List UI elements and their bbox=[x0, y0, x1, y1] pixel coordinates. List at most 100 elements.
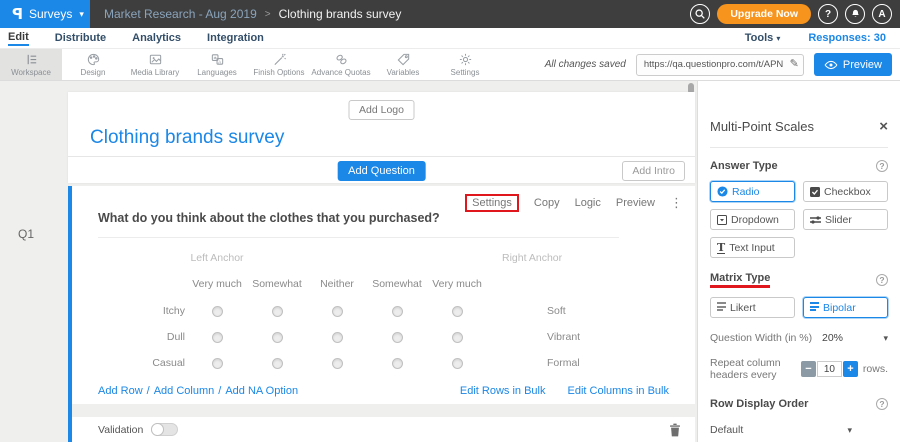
answer-type-slider[interactable]: Slider bbox=[803, 209, 888, 230]
row-right-label[interactable]: Formal bbox=[487, 350, 627, 376]
radio-button[interactable] bbox=[392, 332, 403, 343]
answer-type-radio[interactable]: Radio bbox=[710, 181, 795, 202]
tab-edit[interactable]: Edit bbox=[8, 31, 29, 46]
row-left-label[interactable]: Dull bbox=[92, 324, 187, 350]
question-width-value[interactable]: 20% bbox=[822, 332, 843, 344]
row-left-label[interactable]: Casual bbox=[92, 350, 187, 376]
matrix-type-likert[interactable]: Likert bbox=[710, 297, 795, 318]
add-row-link[interactable]: Add Row bbox=[98, 385, 143, 397]
account-avatar[interactable]: A bbox=[872, 4, 892, 24]
radio-button[interactable] bbox=[272, 358, 283, 369]
toolbar-item-variables[interactable]: Variables bbox=[372, 49, 434, 80]
toolbar-label: Media Library bbox=[131, 68, 179, 77]
help-button[interactable]: ? bbox=[818, 4, 838, 24]
tab-analytics[interactable]: Analytics bbox=[132, 32, 181, 44]
bipolar-bars-icon bbox=[810, 302, 819, 313]
repeat-headers-label: Repeat column headers every bbox=[710, 357, 795, 381]
radio-button[interactable] bbox=[212, 332, 223, 343]
column-header[interactable]: Very much bbox=[187, 270, 247, 298]
question-logic-link[interactable]: Logic bbox=[575, 197, 601, 209]
toolbar-item-settings[interactable]: Settings bbox=[434, 49, 496, 80]
search-button[interactable] bbox=[690, 4, 710, 24]
avatar-initial: A bbox=[878, 9, 885, 20]
chevron-down-icon[interactable]: ▾ bbox=[883, 333, 888, 344]
help-icon[interactable]: ? bbox=[876, 274, 888, 286]
radio-button[interactable] bbox=[332, 332, 343, 343]
matrix-spacer bbox=[92, 246, 187, 270]
edit-url-pencil-icon[interactable]: ✎ bbox=[790, 57, 799, 70]
responses-link[interactable]: Responses: 30 bbox=[808, 32, 886, 44]
question-settings-link[interactable]: Settings bbox=[465, 194, 519, 212]
column-header[interactable]: Neither bbox=[307, 270, 367, 298]
svg-text:A: A bbox=[218, 59, 222, 64]
column-header[interactable]: Somewhat bbox=[247, 270, 307, 298]
product-name: Surveys bbox=[29, 7, 72, 21]
tab-integration[interactable]: Integration bbox=[207, 32, 264, 44]
delete-question-button[interactable] bbox=[669, 423, 681, 437]
validation-toggle[interactable] bbox=[151, 423, 178, 436]
help-icon[interactable]: ? bbox=[876, 398, 888, 410]
row-display-select[interactable]: Default ▾ bbox=[710, 424, 852, 436]
row-right-label[interactable]: Vibrant bbox=[487, 324, 627, 350]
add-intro-button[interactable]: Add Intro bbox=[622, 161, 685, 181]
repeat-headers-value[interactable]: 10 bbox=[817, 361, 842, 377]
toolbar-item-design[interactable]: Design bbox=[62, 49, 124, 80]
add-na-option-link[interactable]: Add NA Option bbox=[225, 385, 298, 397]
radio-button[interactable] bbox=[272, 306, 283, 317]
radio-button[interactable] bbox=[452, 306, 463, 317]
toolbar-item-advance-quotas[interactable]: Advance Quotas bbox=[310, 49, 372, 80]
breadcrumb-folder-link[interactable]: Market Research - Aug 2019 bbox=[104, 7, 257, 21]
matrix-type-bipolar[interactable]: Bipolar bbox=[803, 297, 888, 318]
tab-distribute[interactable]: Distribute bbox=[55, 32, 106, 44]
radio-button[interactable] bbox=[332, 306, 343, 317]
questionpro-logo-icon: P bbox=[12, 5, 23, 23]
close-icon[interactable]: × bbox=[879, 119, 888, 134]
toolbar-item-workspace[interactable]: Workspace bbox=[0, 49, 62, 80]
help-icon[interactable]: ? bbox=[876, 160, 888, 172]
survey-title[interactable]: Clothing brands survey bbox=[90, 127, 284, 149]
decrement-button[interactable]: − bbox=[801, 361, 816, 377]
add-question-button[interactable]: Add Question bbox=[337, 161, 426, 181]
radio-button[interactable] bbox=[212, 306, 223, 317]
radio-button[interactable] bbox=[332, 358, 343, 369]
radio-button[interactable] bbox=[212, 358, 223, 369]
survey-url-input[interactable] bbox=[636, 54, 804, 76]
add-column-link[interactable]: Add Column bbox=[154, 385, 215, 397]
edit-columns-bulk-link[interactable]: Edit Columns in Bulk bbox=[568, 385, 670, 397]
tools-menu[interactable]: Tools ▾ bbox=[745, 32, 781, 44]
radio-button[interactable] bbox=[272, 332, 283, 343]
answer-type-text-input[interactable]: T Text Input bbox=[710, 237, 795, 258]
question-settings-panel: Multi-Point Scales × Answer Type ? Radio… bbox=[697, 81, 900, 442]
workspace-icon bbox=[24, 52, 39, 67]
radio-button[interactable] bbox=[392, 306, 403, 317]
column-header[interactable]: Somewhat bbox=[367, 270, 427, 298]
row-right-label[interactable]: Soft bbox=[487, 298, 627, 324]
add-logo-button[interactable]: Add Logo bbox=[348, 100, 415, 120]
question-preview-link[interactable]: Preview bbox=[616, 197, 655, 209]
toolbar-item-finish-options[interactable]: Finish Options bbox=[248, 49, 310, 80]
kebab-menu-icon[interactable]: ⋮ bbox=[670, 195, 683, 211]
question-copy-link[interactable]: Copy bbox=[534, 197, 560, 209]
menubar: Edit Distribute Analytics Integration To… bbox=[0, 28, 900, 48]
upgrade-now-button[interactable]: Upgrade Now bbox=[717, 4, 811, 24]
panel-title: Multi-Point Scales bbox=[710, 119, 814, 134]
matrix-cell bbox=[427, 324, 487, 350]
toolbar-item-media-library[interactable]: Media Library bbox=[124, 49, 186, 80]
answer-type-dropdown[interactable]: Dropdown bbox=[710, 209, 795, 230]
edit-rows-bulk-link[interactable]: Edit Rows in Bulk bbox=[460, 385, 546, 397]
column-header[interactable]: Very much bbox=[427, 270, 487, 298]
radio-button[interactable] bbox=[452, 358, 463, 369]
row-left-label[interactable]: Itchy bbox=[92, 298, 187, 324]
answer-type-checkbox[interactable]: Checkbox bbox=[803, 181, 888, 202]
notifications-button[interactable] bbox=[845, 4, 865, 24]
toolbar-item-languages[interactable]: A Languages bbox=[186, 49, 248, 80]
radio-button[interactable] bbox=[452, 332, 463, 343]
product-switcher[interactable]: P Surveys ▾ bbox=[0, 0, 90, 28]
matrix-spacer bbox=[307, 246, 367, 270]
increment-button[interactable]: + bbox=[843, 361, 858, 377]
panel-header: Multi-Point Scales × bbox=[710, 119, 888, 134]
question-text[interactable]: What do you think about the clothes that… bbox=[98, 211, 440, 225]
survey-header-card: Add Logo Clothing brands survey Add Ques… bbox=[68, 92, 695, 183]
preview-button[interactable]: Preview bbox=[814, 53, 892, 76]
radio-button[interactable] bbox=[392, 358, 403, 369]
